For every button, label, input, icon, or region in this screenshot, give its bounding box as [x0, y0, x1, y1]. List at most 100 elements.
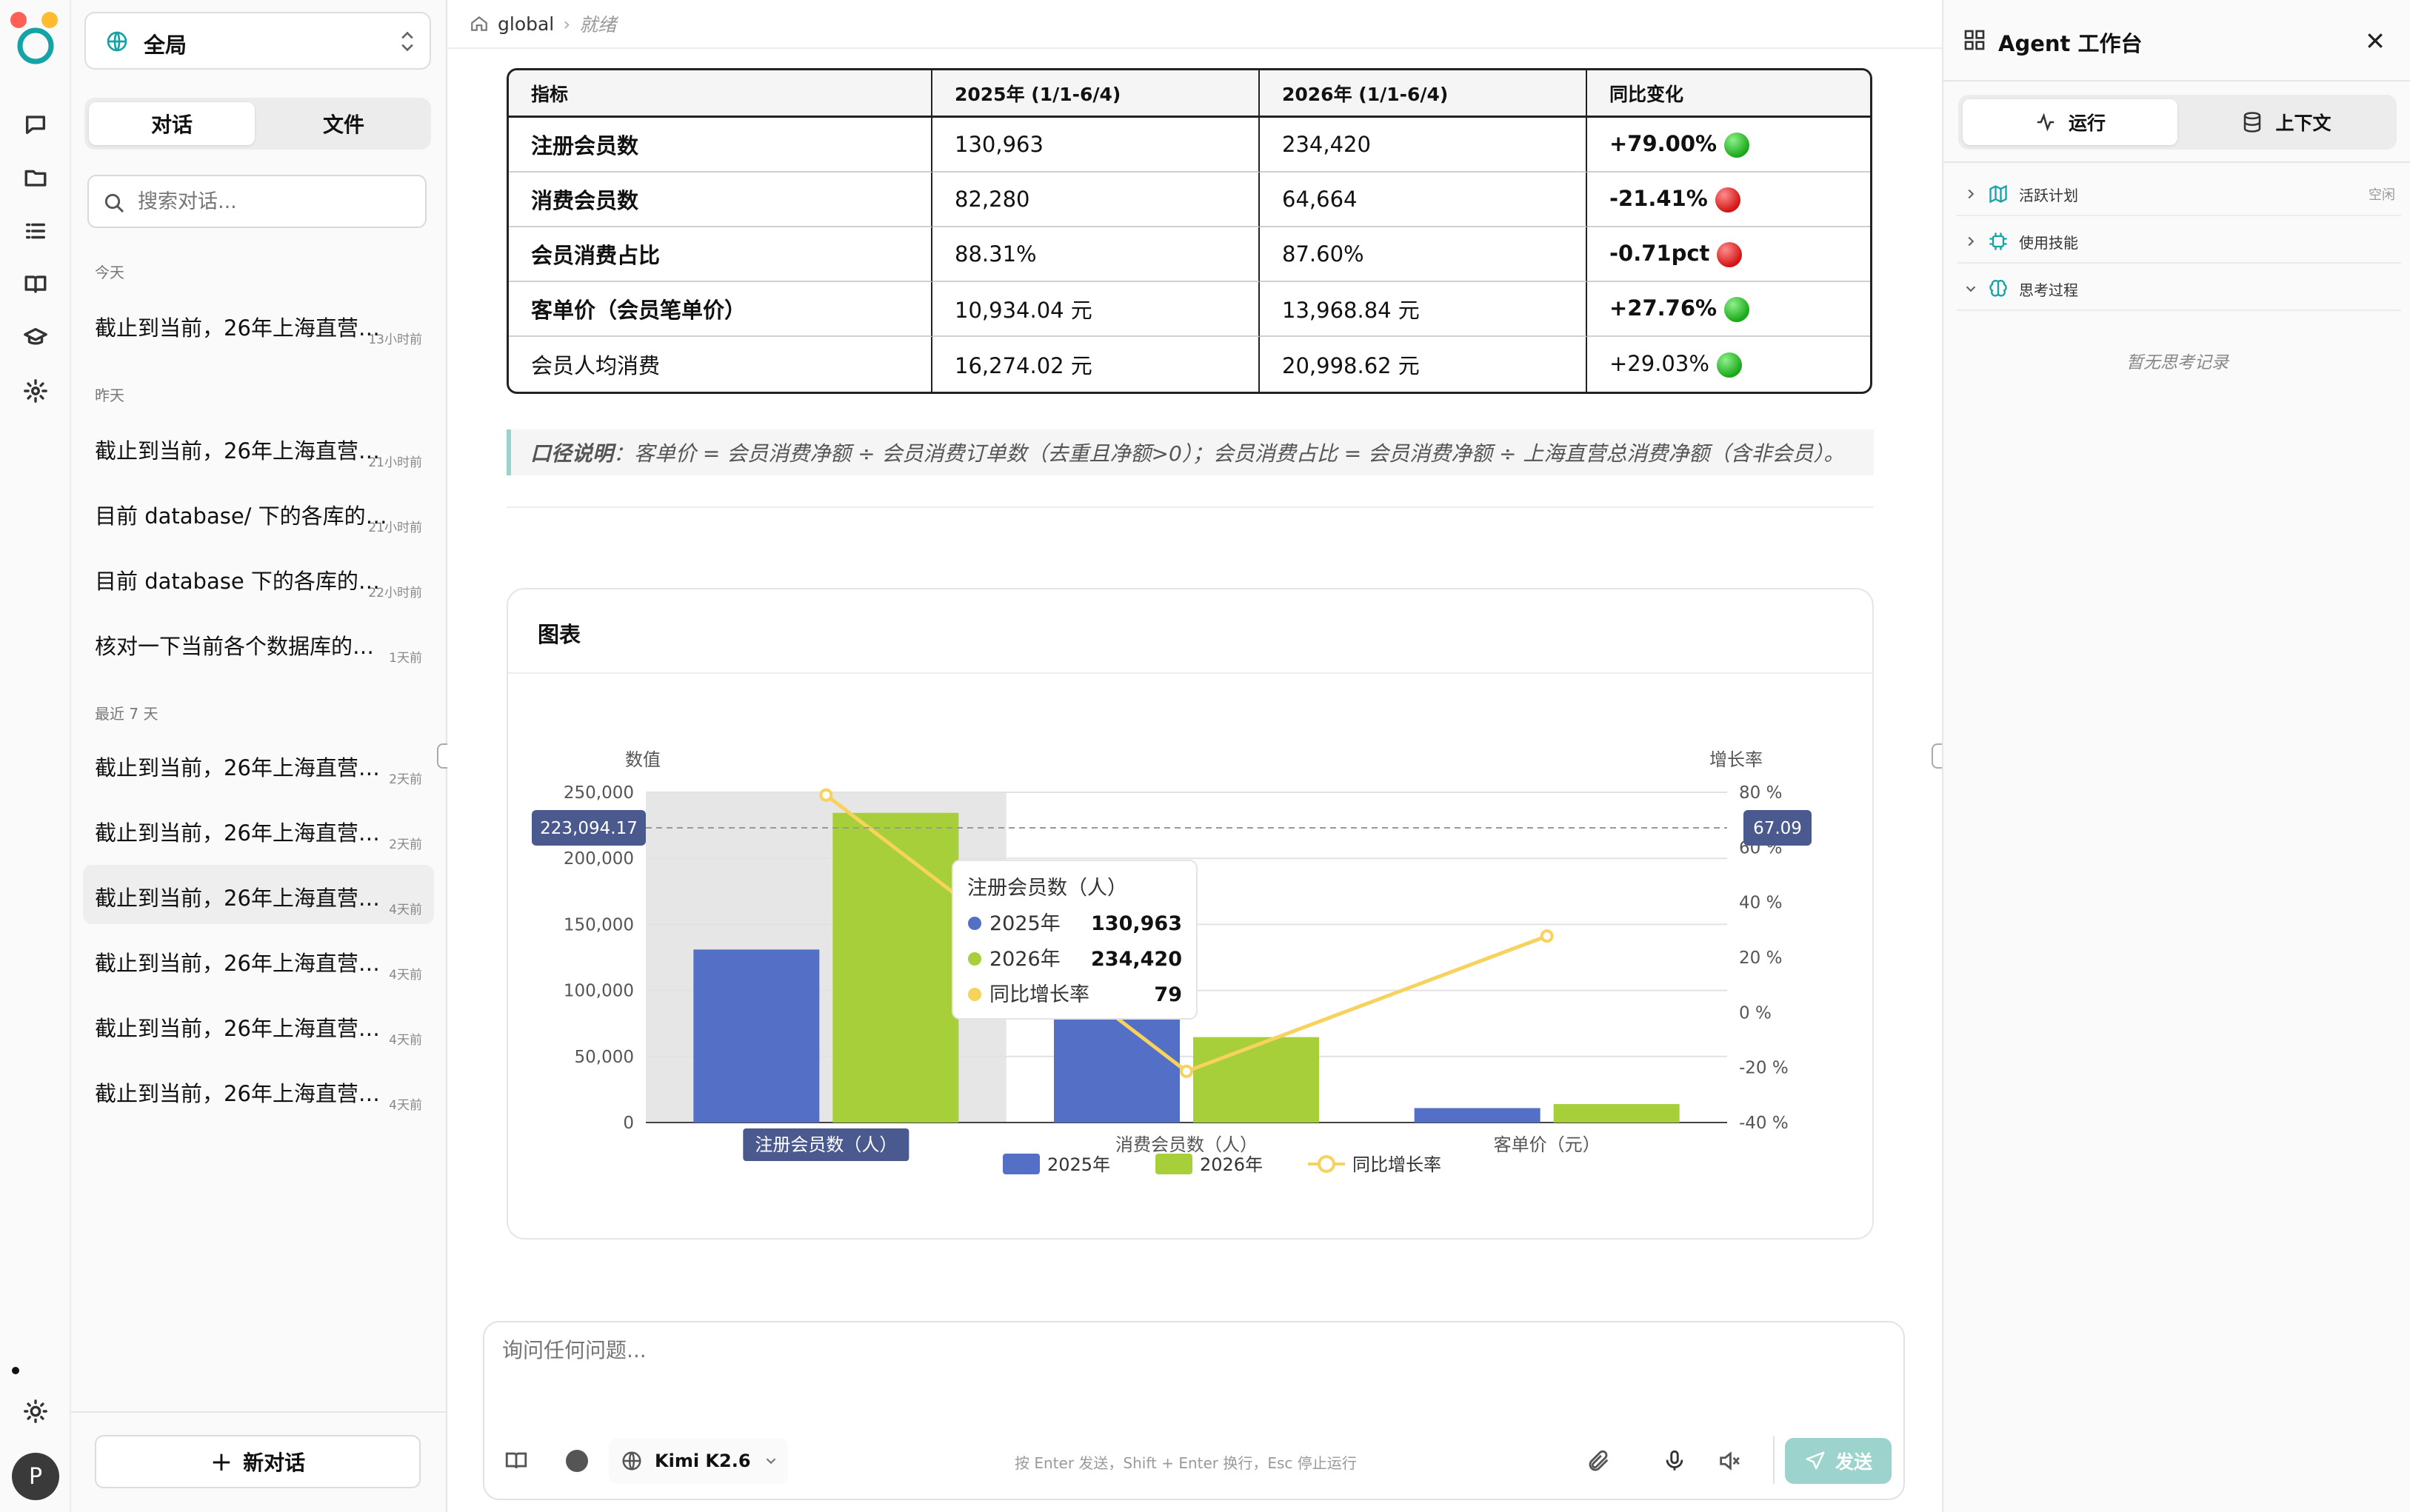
column-header: 同比变化 — [1587, 70, 1870, 118]
agent-panel: Agent 工作台 运行 上下文 活跃计划 空闲 使用技能 思考过程 暂无思考记… — [1942, 0, 2410, 1512]
status-badge: 空闲 — [2369, 187, 2395, 203]
group-label-yesterday: 昨天 — [95, 387, 124, 404]
conversation-item[interactable]: 目前 database/ 下的各库的数据情况21小时前 — [83, 483, 434, 542]
legend-swatch-point — [1318, 1155, 1335, 1173]
section-active-plan[interactable]: 活跃计划 空闲 — [1957, 173, 2401, 216]
thinking-empty-state: 暂无思考记录 — [2126, 353, 2229, 372]
message-input[interactable] — [502, 1334, 1880, 1416]
tooltip-value: 234,420 — [1091, 948, 1182, 971]
breadcrumb-separator-icon: › — [563, 13, 571, 35]
legend-swatch — [1155, 1154, 1192, 1174]
breadcrumb: global › 就绪 — [470, 10, 616, 37]
database-icon — [2244, 112, 2261, 133]
metric-cell: 消费会员数 — [509, 173, 932, 227]
sidebar-divider — [71, 1411, 446, 1413]
tasks-icon[interactable] — [19, 215, 52, 247]
y2-tick-label: 0 % — [1739, 1003, 1772, 1023]
metric-cell: 客单价（会员笔单价） — [509, 282, 932, 337]
kpi-table: 指标 2025年 (1/1-6/4) 2026年 (1/1-6/4) 同比变化 … — [507, 68, 1872, 394]
y2-axis-label: 增长率 — [1709, 749, 1763, 770]
conversation-item-active[interactable]: 截止到当前，26年上海直营产品销售4天前 — [83, 865, 434, 924]
record-dot-icon[interactable] — [566, 1450, 588, 1472]
rate-point — [1540, 929, 1554, 943]
chevron-right-icon — [1968, 236, 1975, 247]
y2-tick-label: 40 % — [1739, 894, 1782, 913]
table-row: 消费会员数 82,280 64,664 -21.41% — [509, 173, 1870, 227]
group-label-last7: 最近 7 天 — [95, 705, 158, 723]
change-cell: +79.00% — [1587, 118, 1870, 173]
section-skills[interactable]: 使用技能 — [1957, 221, 2401, 264]
book-icon[interactable] — [19, 268, 52, 301]
user-avatar[interactable]: P — [12, 1453, 59, 1500]
value-cell: 20,998.62 元 — [1260, 337, 1587, 392]
note-divider — [507, 506, 1874, 508]
value-cell: 130,963 — [932, 118, 1260, 173]
rate-point — [1180, 1064, 1193, 1078]
chevron-down-icon — [766, 1458, 775, 1465]
new-chat-button[interactable]: + 新对话 — [95, 1435, 421, 1488]
plus-icon: + — [210, 1446, 233, 1477]
table-row: 会员人均消费 16,274.02 元 20,998.62 元 +29.03% — [509, 337, 1870, 392]
search-icon — [104, 193, 124, 213]
chevron-up-down-icon — [401, 31, 413, 52]
theme-sun-icon[interactable] — [19, 1395, 52, 1428]
scope-label: 全局 — [144, 33, 187, 58]
section-thinking[interactable]: 思考过程 — [1957, 268, 2401, 311]
conversation-item[interactable]: 截止到当前，26年上海直营产品销售13小时前 — [83, 295, 434, 354]
microphone-icon[interactable] — [1662, 1448, 1687, 1473]
main-content: global › 就绪 指标 2025年 (1/1-6/4) 2026年 (1/… — [447, 0, 1942, 1512]
composer-divider — [1773, 1436, 1775, 1484]
tooltip-marker — [968, 917, 981, 930]
folder-icon[interactable] — [19, 161, 52, 194]
conversation-item[interactable]: 截止到当前，26年上海直营产品销售4天前 — [83, 1060, 434, 1120]
status-down-icon — [1717, 242, 1743, 267]
close-icon[interactable] — [2364, 30, 2386, 52]
bar-2026 — [832, 812, 959, 1123]
bar-2025 — [1054, 1014, 1180, 1123]
app-rail: P — [0, 0, 89, 1512]
activity-icon — [2037, 113, 2054, 132]
conversation-item[interactable]: 截止到当前，26年上海直营产品销售21小时前 — [83, 418, 434, 477]
send-plane-icon — [1806, 1451, 1825, 1470]
chevron-right-icon — [1968, 189, 1975, 199]
tooltip-series-name: 2025年 — [989, 912, 1061, 935]
tab-conversations[interactable]: 对话 — [89, 102, 255, 145]
value-cell: 88.31% — [932, 227, 1260, 282]
value-cell: 16,274.02 元 — [932, 337, 1260, 392]
settings-gear-icon[interactable] — [19, 375, 52, 407]
send-button[interactable]: 发送 — [1785, 1438, 1892, 1484]
tab-context[interactable]: 上下文 — [2179, 99, 2394, 145]
tab-run[interactable]: 运行 — [1963, 99, 2177, 145]
tooltip-value: 130,963 — [1091, 912, 1182, 935]
agent-tabs-divider — [1943, 161, 2410, 163]
chart-card-divider — [508, 672, 1872, 674]
y-tick-label: 50,000 — [575, 1048, 634, 1067]
conversation-item[interactable]: 截止到当前，26年上海直营产品销售2天前 — [83, 800, 434, 859]
graduation-cap-icon[interactable] — [19, 321, 52, 354]
y-tick-label: 100,000 — [564, 982, 634, 1001]
status-up-icon — [1724, 297, 1750, 322]
search-input[interactable] — [138, 187, 412, 216]
agent-header-divider — [1943, 80, 2410, 81]
chat-icon[interactable] — [19, 108, 52, 141]
combo-chart[interactable]: 0 50,000 100,000 150,000 200,000 250,000 -40 %… — [508, 675, 1872, 1238]
y-tick-label: 200,000 — [564, 849, 634, 869]
status-down-icon — [1715, 187, 1740, 213]
conversation-item[interactable]: 目前 database 下的各库的认知情况22小时前 — [83, 548, 434, 607]
model-selector[interactable]: Kimi K2.6 — [609, 1438, 788, 1484]
conversation-item[interactable]: 核对一下当前各个数据库的认知情况1天前 — [83, 613, 434, 672]
conversation-item[interactable]: 截止到当前，26年上海直营产品销售4天前 — [83, 995, 434, 1054]
book-icon[interactable] — [504, 1448, 529, 1473]
conversation-item[interactable]: 截止到当前，26年上海直营产品销售4天前 — [83, 930, 434, 989]
paperclip-icon[interactable] — [1586, 1448, 1612, 1473]
scope-selector[interactable]: 全局 — [84, 12, 431, 70]
app-logo — [15, 25, 56, 67]
column-header: 2025年 (1/1-6/4) — [932, 70, 1260, 118]
breadcrumb-root[interactable]: global — [498, 13, 554, 35]
brain-icon — [1989, 279, 2007, 297]
y-tick-label: 250,000 — [564, 783, 634, 803]
conversation-item[interactable]: 截止到当前，26年上海直营产品销售2天前 — [83, 735, 434, 794]
tab-files[interactable]: 文件 — [261, 102, 427, 145]
speaker-mute-icon[interactable] — [1717, 1448, 1742, 1473]
metric-cell: 注册会员数 — [509, 118, 932, 173]
